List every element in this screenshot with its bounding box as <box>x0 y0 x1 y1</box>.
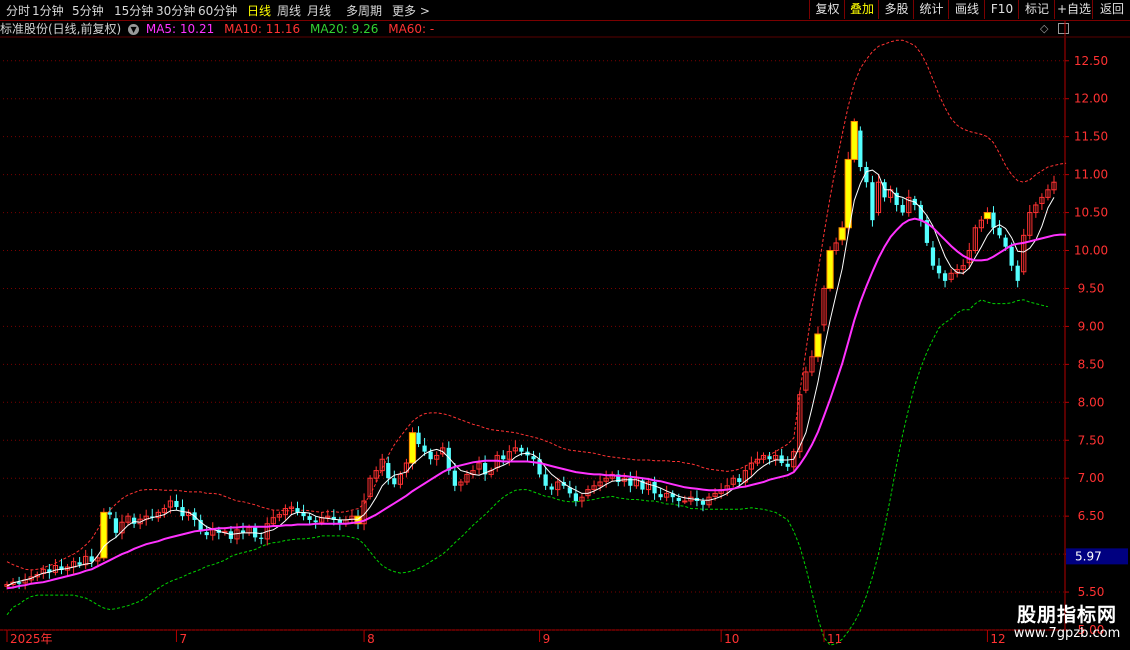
signal-candle <box>838 227 846 241</box>
candle-down <box>295 508 300 513</box>
candle-down <box>313 520 318 523</box>
signal-candle <box>850 120 858 160</box>
candle-down <box>900 204 905 213</box>
x-tick-label: 10 <box>724 632 739 646</box>
candle-down <box>658 494 663 498</box>
moving-averages <box>6 169 1067 590</box>
candle-down <box>573 493 579 501</box>
candle-down <box>991 212 996 228</box>
candle-down <box>428 451 433 460</box>
candle-down <box>174 500 179 508</box>
signal-candle <box>826 250 834 289</box>
lower-band-line <box>6 299 1049 646</box>
x-tick-label: 2025年 <box>10 632 53 646</box>
candle-down <box>259 537 264 539</box>
candle-down <box>386 463 391 479</box>
y-tick-label: 7.50 <box>1078 433 1105 447</box>
price-axis: 5.005.506.006.507.007.508.008.509.009.50… <box>1065 54 1128 637</box>
y-tick-label: 12.00 <box>1074 92 1108 106</box>
candle-down <box>452 470 457 486</box>
candle-down <box>785 463 790 467</box>
y-tick-label: 6.50 <box>1078 509 1105 523</box>
candle-down <box>997 227 1002 236</box>
candle-down <box>779 455 784 464</box>
candle-down <box>77 562 82 565</box>
y-tick-label: 5.50 <box>1078 585 1105 599</box>
watermark-title: 股朋指标网 <box>1016 604 1117 626</box>
candle-down <box>16 582 22 584</box>
x-tick-label: 9 <box>543 632 551 646</box>
candle-down <box>392 478 397 485</box>
signal-candle <box>408 432 417 464</box>
y-tick-label: 11.50 <box>1074 130 1108 144</box>
y-tick-label: 9.50 <box>1078 281 1105 295</box>
candle-down <box>676 497 681 501</box>
candle-down <box>113 518 119 533</box>
candle-down <box>1015 265 1020 281</box>
y-tick-label: 11.00 <box>1074 168 1108 182</box>
candle-down <box>1003 237 1008 247</box>
date-axis: 2025年 7 8 9 10 11 12 <box>6 630 1006 646</box>
candle-down <box>519 447 524 452</box>
candle-down <box>416 432 421 445</box>
x-tick-label: 11 <box>827 632 842 646</box>
current-price-label: 5.97 <box>1075 549 1102 563</box>
candle-down <box>501 455 506 460</box>
signal-candle <box>814 333 822 358</box>
watermark-logo: 股朋指标网 www.7gpzb.com <box>1007 604 1127 642</box>
upper-band-line <box>6 39 1067 571</box>
candle-down <box>700 500 706 505</box>
x-tick-label: 8 <box>367 632 375 646</box>
ma20-line <box>6 217 1067 590</box>
kline-chart[interactable]: 5.005.506.006.507.007.508.008.509.009.50… <box>0 0 1130 650</box>
y-tick-label: 8.50 <box>1078 357 1105 371</box>
y-tick-label: 9.00 <box>1078 319 1105 333</box>
watermark-url: www.7gpzb.com <box>1013 626 1121 641</box>
candle-down <box>870 182 875 221</box>
y-tick-label: 7.00 <box>1078 471 1105 485</box>
candle-down <box>930 247 936 266</box>
candle-down <box>422 445 427 452</box>
x-tick-label: 12 <box>990 632 1005 646</box>
candle-down <box>936 265 942 274</box>
candle-down <box>204 532 209 536</box>
signal-candle <box>100 511 108 559</box>
y-tick-label: 10.50 <box>1074 206 1108 220</box>
y-tick-label: 12.50 <box>1074 54 1108 68</box>
x-tick-label: 7 <box>179 632 187 646</box>
candle-down <box>942 273 948 281</box>
candle-down <box>1009 246 1014 266</box>
candle-down <box>107 512 113 515</box>
candle-down <box>228 531 234 539</box>
candle-down <box>549 486 554 490</box>
candle-down <box>531 456 536 460</box>
candle-down <box>543 474 548 486</box>
signal-candle <box>844 158 852 229</box>
candle-down <box>858 130 863 168</box>
y-tick-label: 10.00 <box>1074 244 1108 258</box>
ma5-line <box>6 169 1055 587</box>
candle-down <box>652 482 657 494</box>
candle-up <box>682 500 688 503</box>
candle-down <box>767 456 772 460</box>
candles <box>4 118 1057 590</box>
candle-down <box>737 478 742 482</box>
y-tick-label: 8.00 <box>1078 395 1105 409</box>
signal-candle <box>983 212 992 220</box>
candle-down <box>307 516 312 520</box>
